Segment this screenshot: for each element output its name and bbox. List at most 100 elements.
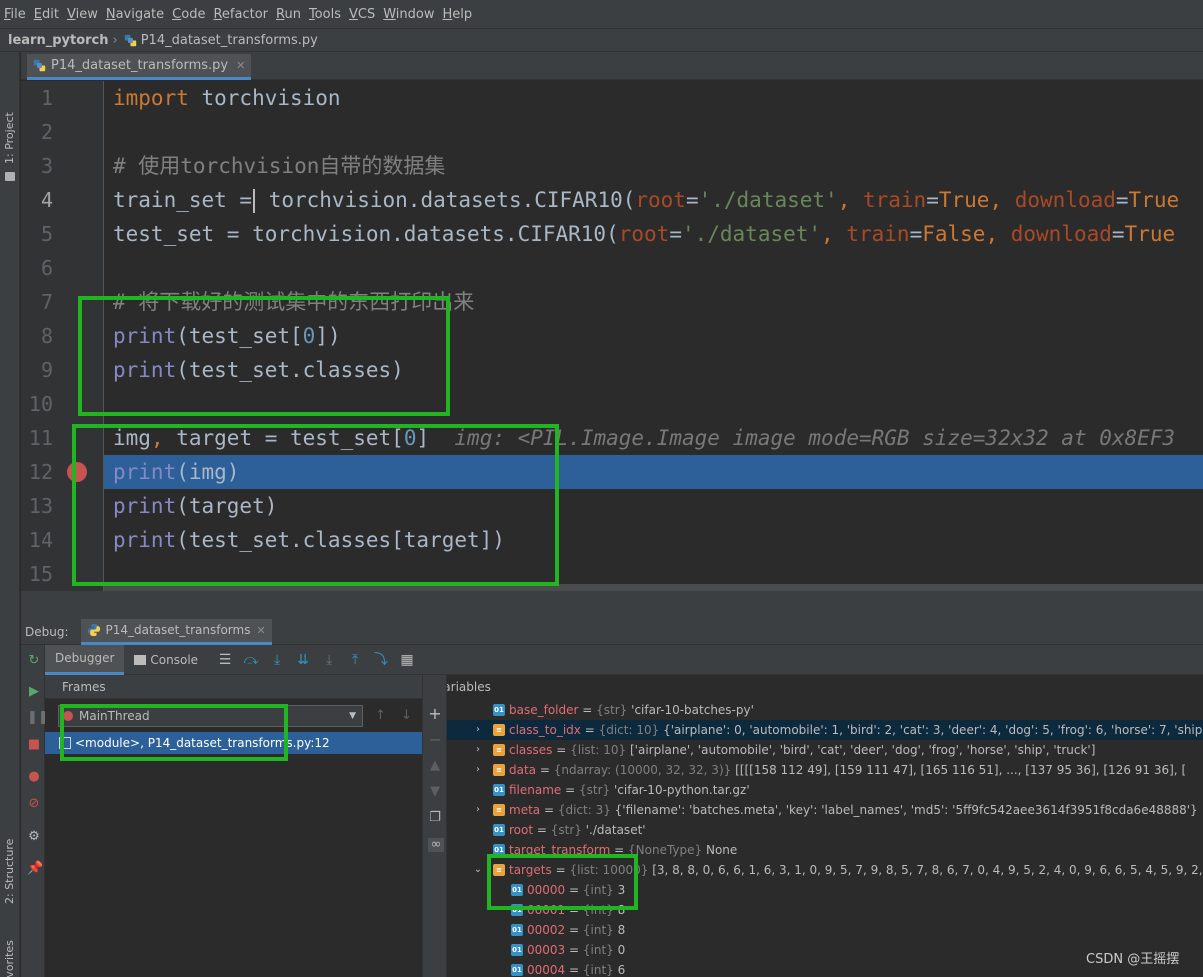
variable-row[interactable]: 01 00002 = {int} 8 xyxy=(447,920,1203,940)
variable-row[interactable]: 01 filename = {str} 'cifar-10-python.tar.… xyxy=(447,780,1203,800)
menu-icon[interactable]: ☰ xyxy=(216,651,234,669)
step-into-my-code-icon[interactable]: ⇊ xyxy=(294,651,312,669)
line-number[interactable]: 2 xyxy=(21,115,53,149)
variable-type: {str} xyxy=(550,823,582,837)
menu-file[interactable]: File xyxy=(4,7,26,22)
line-number[interactable]: 8 xyxy=(21,319,53,353)
step-out-icon[interactable]: ⤒ xyxy=(346,651,364,669)
primitive-value-icon: 01 xyxy=(493,824,505,836)
variable-row[interactable]: 01 base_folder = {str} 'cifar-10-batches-… xyxy=(447,700,1203,720)
pin-icon[interactable]: 📌 xyxy=(27,862,43,876)
code-text: = xyxy=(1115,188,1129,212)
line-number[interactable]: 10 xyxy=(21,387,53,421)
equals-sign: = xyxy=(536,763,554,777)
line-number[interactable]: 3 xyxy=(21,149,53,183)
code-line-5[interactable]: test_set = torchvision.datasets.CIFAR10(… xyxy=(113,217,1175,251)
chevron-right-icon[interactable]: › xyxy=(473,760,483,780)
chevron-down-icon[interactable]: ⌄ xyxy=(473,860,483,880)
line-number[interactable]: 7 xyxy=(21,285,53,319)
menu-tools[interactable]: Tools xyxy=(309,7,341,22)
code-param: root xyxy=(635,188,686,212)
code-line-3[interactable]: # 使用torchvision自带的数据集 xyxy=(113,149,445,183)
line-number[interactable]: 4 xyxy=(21,183,53,217)
step-into-icon[interactable]: ⤓ xyxy=(268,651,286,669)
primitive-value-icon: 01 xyxy=(493,704,505,716)
line-number[interactable]: 11 xyxy=(21,421,53,455)
menu-run[interactable]: Run xyxy=(276,7,301,22)
run-to-cursor-icon[interactable]: ⤵ xyxy=(372,651,390,669)
project-tool-button[interactable]: 1: Project xyxy=(3,112,16,164)
menu-code[interactable]: Code xyxy=(172,7,205,22)
variable-type: {int} xyxy=(582,923,614,937)
tab-console[interactable]: Console xyxy=(124,645,208,675)
menu-label: ools xyxy=(314,6,341,22)
breadcrumb-project[interactable]: learn_pytorch xyxy=(8,33,109,48)
editor-tab-p14[interactable]: P14_dataset_transforms.py ✕ xyxy=(27,54,252,80)
line-number[interactable]: 14 xyxy=(21,523,53,557)
line-number[interactable]: 12 xyxy=(21,455,53,489)
remove-watch-icon[interactable]: − xyxy=(428,732,442,748)
variable-name: data xyxy=(509,763,537,777)
line-number[interactable]: 1 xyxy=(21,81,53,115)
evaluate-expression-icon[interactable]: ▦ xyxy=(398,651,416,669)
variable-text: 00002 = {int} 8 xyxy=(527,920,625,940)
menu-help[interactable]: Help xyxy=(443,7,473,22)
menu-window[interactable]: Window xyxy=(383,7,434,22)
variable-row[interactable]: › ≡ class_to_idx = {dict: 10} {'airplane':… xyxy=(447,720,1203,740)
mute-breakpoints-icon[interactable]: ⊘ xyxy=(27,797,41,811)
variable-type: {NoneType} xyxy=(628,843,703,857)
variable-type: {int} xyxy=(582,943,614,957)
code-line-4[interactable]: train_set = torchvision.datasets.CIFAR10… xyxy=(113,183,1179,217)
line-number[interactable]: 6 xyxy=(21,251,53,285)
code-text: train_set = xyxy=(113,188,253,212)
breadcrumb-file[interactable]: P14_dataset_transforms.py xyxy=(141,33,318,48)
arrow-up-icon[interactable]: ↑ xyxy=(375,708,386,723)
chevron-right-icon[interactable]: › xyxy=(473,740,483,760)
code-keyword: False xyxy=(922,222,986,246)
variable-row[interactable]: › ≡ meta = {dict: 3} {'filename': 'batches… xyxy=(447,800,1203,820)
line-number[interactable]: 5 xyxy=(21,217,53,251)
chevron-right-icon[interactable]: › xyxy=(473,720,483,740)
favorites-tool-button[interactable]: 2: Favorites xyxy=(3,940,16,977)
add-watch-icon[interactable]: + xyxy=(428,706,442,722)
pause-icon[interactable]: ❚❚ xyxy=(27,711,49,725)
python-icon xyxy=(87,623,100,637)
variable-row[interactable]: › ≡ data = {ndarray: (10000, 32, 32, 3)} [… xyxy=(447,760,1203,780)
move-down-icon[interactable]: ▼ xyxy=(428,785,442,799)
code-line-1[interactable]: import torchvision xyxy=(113,81,341,115)
step-over-icon[interactable]: ⤼ xyxy=(242,651,260,669)
resume-icon[interactable]: ▶ xyxy=(27,685,41,699)
variable-value: 'cifar-10-python.tar.gz' xyxy=(614,783,750,797)
stop-icon[interactable]: ■ xyxy=(27,738,41,752)
debug-session-tab[interactable]: P14_dataset_transforms ✕ xyxy=(80,618,272,645)
show-watches-icon[interactable]: ∞ xyxy=(428,838,444,852)
arrow-down-icon[interactable]: ↓ xyxy=(401,708,412,723)
menu-refactor[interactable]: Refactor xyxy=(213,7,268,22)
menu-navigate[interactable]: Navigate xyxy=(106,7,164,22)
tab-debugger[interactable]: Debugger xyxy=(45,644,125,675)
menu-edit[interactable]: Edit xyxy=(34,7,59,22)
equals-sign: = xyxy=(561,783,579,797)
menu-vcs[interactable]: VCS xyxy=(349,7,375,22)
menu-view[interactable]: View xyxy=(67,7,98,22)
rerun-icon[interactable]: ↻ xyxy=(27,654,41,668)
menu-mnemonic: W xyxy=(383,6,396,22)
force-step-into-icon[interactable]: ⤓ xyxy=(320,651,338,669)
line-number[interactable]: 9 xyxy=(21,353,53,387)
annotation-box-img-target xyxy=(72,424,559,586)
move-up-icon[interactable]: ▲ xyxy=(428,759,442,773)
close-icon[interactable]: ✕ xyxy=(256,624,265,637)
settings-icon[interactable]: ⚙ xyxy=(27,830,41,844)
chevron-right-icon[interactable]: › xyxy=(473,800,483,820)
close-icon[interactable]: ✕ xyxy=(236,59,245,72)
variable-row[interactable]: › ≡ classes = {list: 10} ['airplane', 'aut… xyxy=(447,740,1203,760)
panel-splitter[interactable] xyxy=(21,591,1203,619)
console-icon xyxy=(134,654,147,665)
variable-text: class_to_idx = {dict: 10} {'airplane': 0… xyxy=(509,720,1203,740)
variable-row[interactable]: 01 root = {str} './dataset' xyxy=(447,820,1203,840)
line-number[interactable]: 13 xyxy=(21,489,53,523)
copy-icon[interactable]: ❐ xyxy=(428,811,442,825)
view-breakpoints-icon[interactable]: ● xyxy=(27,770,41,784)
structure-tool-button[interactable]: 2: Structure xyxy=(3,839,16,904)
line-number[interactable]: 15 xyxy=(21,557,53,591)
